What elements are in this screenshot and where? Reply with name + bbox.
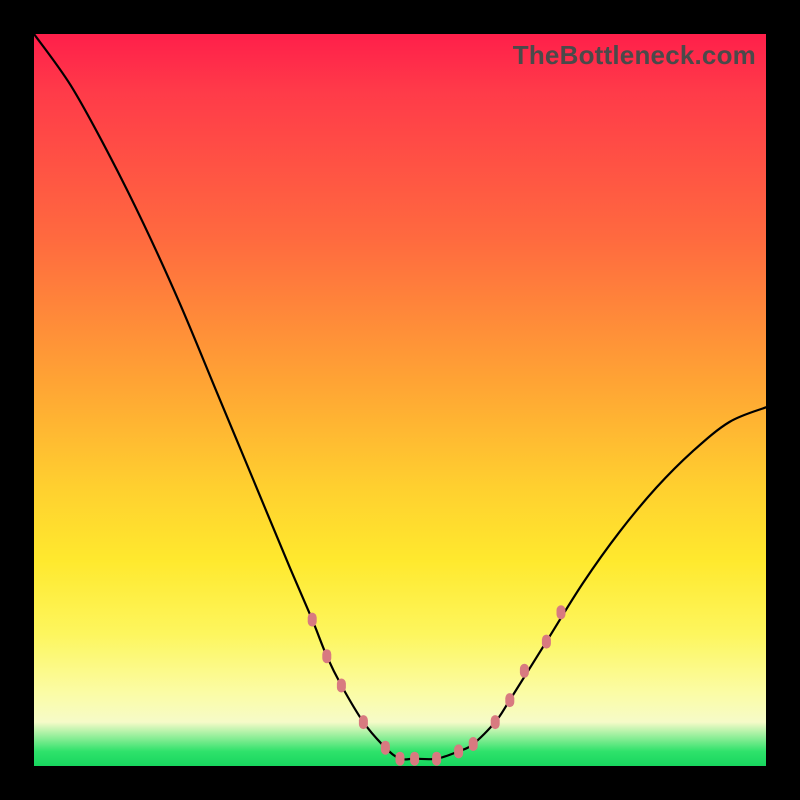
curve-marker	[557, 605, 566, 619]
curve-marker	[469, 737, 478, 751]
curve-marker	[520, 664, 529, 678]
curve-marker	[322, 649, 331, 663]
curve-marker	[542, 635, 551, 649]
plot-area: TheBottleneck.com	[34, 34, 766, 766]
curve-marker	[491, 715, 500, 729]
curve-marker	[337, 679, 346, 693]
curve-marker	[432, 752, 441, 766]
curve-marker	[381, 741, 390, 755]
curve-marker	[505, 693, 514, 707]
curve-marker	[410, 752, 419, 766]
bottleneck-curve	[34, 34, 766, 766]
curve-marker	[396, 752, 405, 766]
curve-marker	[454, 744, 463, 758]
marker-group	[308, 605, 566, 765]
curve-path	[34, 34, 766, 760]
curve-marker	[359, 715, 368, 729]
curve-marker	[308, 613, 317, 627]
chart-frame: TheBottleneck.com	[0, 0, 800, 800]
